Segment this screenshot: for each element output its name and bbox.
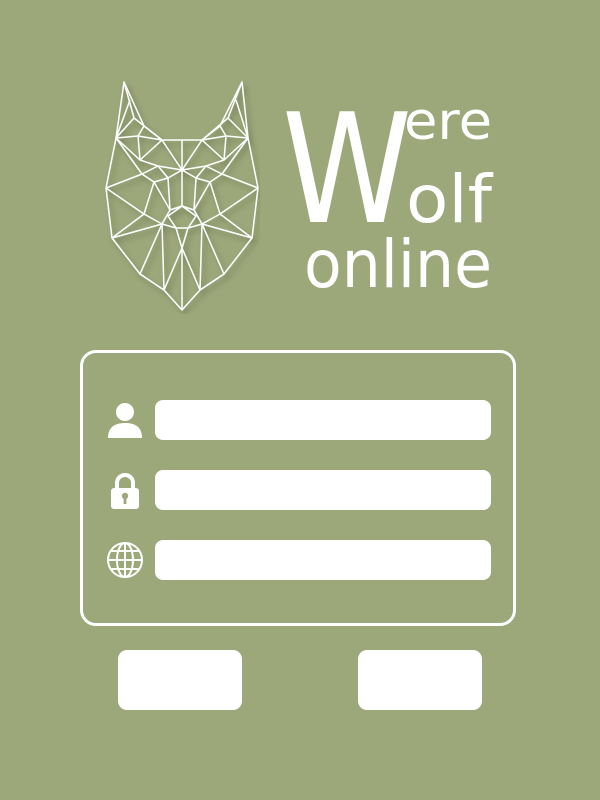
wolf-head-icon: [105, 81, 259, 311]
password-input[interactable]: [155, 470, 491, 510]
logo-text-online: online: [304, 226, 492, 302]
globe-icon: [107, 542, 143, 578]
login-button[interactable]: [118, 650, 242, 710]
register-button[interactable]: [358, 650, 482, 710]
username-row: [83, 400, 513, 440]
logo-wordmark: W ere olf online: [282, 92, 494, 302]
logo-text-ere: ere: [404, 92, 492, 152]
username-input[interactable]: [155, 400, 491, 440]
login-panel: [80, 350, 516, 626]
login-screen: W ere olf online: [0, 0, 600, 800]
lock-icon: [111, 473, 139, 509]
server-input[interactable]: [155, 540, 491, 580]
password-row: [83, 470, 513, 510]
user-icon: [108, 403, 142, 438]
server-row: [83, 540, 513, 580]
